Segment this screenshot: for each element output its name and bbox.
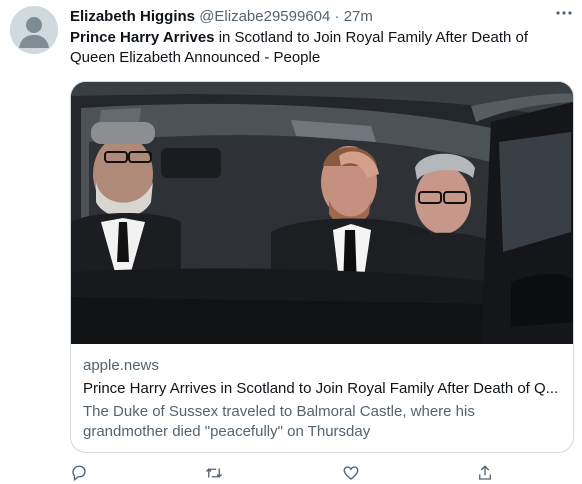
card-meta: apple.news Prince Harry Arrives in Scotl… xyxy=(83,356,561,442)
retweet-icon xyxy=(206,468,222,478)
card-image[interactable] xyxy=(71,82,573,344)
tweet-text-bold: Prince Harry Arrives xyxy=(70,29,215,46)
tweet-header: Elizabeth Higgins @Elizabe29599604 · 27m xyxy=(70,7,572,27)
author-handle[interactable]: @Elizabe29599604 xyxy=(199,8,330,25)
link-card[interactable]: apple.news Prince Harry Arrives in Scotl… xyxy=(70,81,574,453)
tweet-text: Prince Harry Arrives in Scotland to Join… xyxy=(70,28,575,68)
avatar[interactable] xyxy=(10,6,58,54)
retweet-button[interactable] xyxy=(204,464,224,484)
reply-icon xyxy=(72,465,86,482)
author-name[interactable]: Elizabeth Higgins xyxy=(70,8,195,25)
more-options-button[interactable] xyxy=(554,3,574,23)
card-domain: apple.news xyxy=(83,357,159,374)
more-horizontal-icon xyxy=(556,11,572,15)
like-button[interactable] xyxy=(342,464,362,484)
card-description: The Duke of Sussex traveled to Balmoral … xyxy=(83,403,475,440)
car-photo xyxy=(71,82,573,344)
tweet-actions xyxy=(70,464,500,484)
default-avatar-icon xyxy=(10,6,58,54)
like-icon xyxy=(343,466,359,480)
card-title[interactable]: Prince Harry Arrives in Scotland to Join… xyxy=(83,379,561,399)
reply-button[interactable] xyxy=(70,464,90,484)
separator-dot: · xyxy=(334,8,340,25)
tweet-timestamp[interactable]: 27m xyxy=(344,8,373,25)
share-icon xyxy=(479,465,491,480)
share-button[interactable] xyxy=(476,464,496,484)
